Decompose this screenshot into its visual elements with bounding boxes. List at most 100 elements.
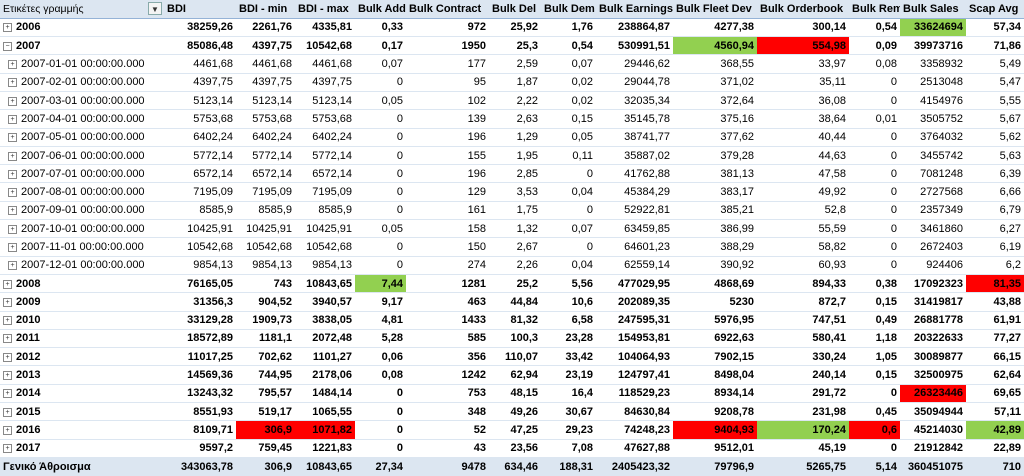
value-cell[interactable]: 7195,09 bbox=[236, 182, 295, 202]
value-cell[interactable]: 21912842 bbox=[900, 439, 966, 458]
value-cell[interactable]: 23,19 bbox=[541, 365, 596, 385]
col-header-bulk-rem[interactable]: Bulk Rem bbox=[849, 0, 900, 19]
value-cell[interactable]: 0 bbox=[849, 91, 900, 111]
value-cell[interactable]: 0 bbox=[355, 128, 406, 147]
value-cell[interactable]: 291,72 bbox=[757, 384, 849, 404]
value-cell[interactable]: 5230 bbox=[673, 292, 757, 312]
expand-icon[interactable]: + bbox=[3, 297, 12, 307]
value-cell[interactable]: 6572,14 bbox=[236, 164, 295, 184]
value-cell[interactable]: 0 bbox=[355, 164, 406, 184]
value-cell[interactable]: 924406 bbox=[900, 256, 966, 275]
value-cell[interactable]: 1281 bbox=[406, 274, 489, 294]
value-cell[interactable]: 2513048 bbox=[900, 73, 966, 92]
value-cell[interactable]: 77,27 bbox=[966, 329, 1024, 349]
col-header-bulk-sales[interactable]: Bulk Sales bbox=[900, 0, 966, 19]
value-cell[interactable]: 1,18 bbox=[849, 329, 900, 349]
value-cell[interactable]: 1181,1 bbox=[236, 329, 295, 349]
value-cell[interactable]: 26881778 bbox=[900, 311, 966, 330]
value-cell[interactable]: 10542,68 bbox=[295, 36, 355, 56]
value-cell[interactable]: 1,05 bbox=[849, 347, 900, 367]
value-cell[interactable]: 8498,04 bbox=[673, 365, 757, 385]
value-cell[interactable]: 519,17 bbox=[236, 402, 295, 422]
value-cell[interactable]: 4560,94 bbox=[673, 36, 757, 56]
value-cell[interactable]: 8585,9 bbox=[295, 201, 355, 221]
value-cell[interactable]: 33129,28 bbox=[164, 311, 236, 330]
value-cell[interactable]: 5,67 bbox=[966, 109, 1024, 129]
expand-icon[interactable]: + bbox=[8, 114, 17, 124]
col-header-bulk-contract[interactable]: Bulk Contract bbox=[406, 0, 489, 19]
expand-icon[interactable]: + bbox=[3, 444, 12, 454]
value-cell[interactable]: 0 bbox=[849, 237, 900, 257]
value-cell[interactable]: 52922,81 bbox=[596, 201, 673, 221]
value-cell[interactable]: 18572,89 bbox=[164, 329, 236, 349]
expand-icon[interactable]: + bbox=[8, 60, 17, 70]
value-cell[interactable]: 22,89 bbox=[966, 439, 1024, 458]
filter-dropdown-icon[interactable]: ▼ bbox=[148, 2, 162, 15]
value-cell[interactable]: 348 bbox=[406, 402, 489, 422]
value-cell[interactable]: 795,57 bbox=[236, 384, 295, 404]
value-cell[interactable]: 33,97 bbox=[757, 54, 849, 74]
value-cell[interactable]: 554,98 bbox=[757, 36, 849, 56]
expand-icon[interactable]: + bbox=[3, 352, 12, 362]
grand-total-cell[interactable]: 10843,65 bbox=[295, 456, 355, 476]
expand-icon[interactable]: + bbox=[3, 371, 12, 381]
value-cell[interactable]: 42,89 bbox=[966, 420, 1024, 440]
value-cell[interactable]: 0,54 bbox=[849, 18, 900, 38]
value-cell[interactable]: 2,63 bbox=[489, 109, 541, 129]
value-cell[interactable]: 744,95 bbox=[236, 365, 295, 385]
value-cell[interactable]: 69,65 bbox=[966, 384, 1024, 404]
grand-total-cell[interactable]: 27,34 bbox=[355, 456, 406, 476]
value-cell[interactable]: 58,82 bbox=[757, 237, 849, 257]
value-cell[interactable]: 38,64 bbox=[757, 109, 849, 129]
value-cell[interactable]: 2072,48 bbox=[295, 329, 355, 349]
value-cell[interactable]: 55,59 bbox=[757, 219, 849, 239]
value-cell[interactable]: 85086,48 bbox=[164, 36, 236, 56]
value-cell[interactable]: 20322633 bbox=[900, 329, 966, 349]
value-cell[interactable]: 5753,68 bbox=[164, 109, 236, 129]
value-cell[interactable]: 9512,01 bbox=[673, 439, 757, 458]
value-cell[interactable]: 110,07 bbox=[489, 347, 541, 367]
value-cell[interactable]: 170,24 bbox=[757, 420, 849, 440]
value-cell[interactable]: 47627,88 bbox=[596, 439, 673, 458]
row-label[interactable]: +2007-02-01 00:00:00.000 bbox=[0, 73, 164, 92]
value-cell[interactable]: 0,01 bbox=[849, 109, 900, 129]
value-cell[interactable]: 0 bbox=[849, 439, 900, 458]
value-cell[interactable]: 81,32 bbox=[489, 311, 541, 330]
value-cell[interactable]: 6572,14 bbox=[164, 164, 236, 184]
value-cell[interactable]: 5,55 bbox=[966, 91, 1024, 111]
value-cell[interactable]: 388,29 bbox=[673, 237, 757, 257]
value-cell[interactable]: 0,38 bbox=[849, 274, 900, 294]
value-cell[interactable]: 129 bbox=[406, 182, 489, 202]
value-cell[interactable]: 5123,14 bbox=[164, 91, 236, 111]
value-cell[interactable]: 47,58 bbox=[757, 164, 849, 184]
value-cell[interactable]: 9854,13 bbox=[164, 256, 236, 275]
col-header-bulk-del[interactable]: Bulk Del bbox=[489, 0, 541, 19]
value-cell[interactable]: 124797,41 bbox=[596, 365, 673, 385]
value-cell[interactable]: 0 bbox=[355, 237, 406, 257]
value-cell[interactable]: 5,62 bbox=[966, 128, 1024, 147]
value-cell[interactable]: 35887,02 bbox=[596, 146, 673, 166]
value-cell[interactable]: 177 bbox=[406, 54, 489, 74]
value-cell[interactable]: 4,81 bbox=[355, 311, 406, 330]
row-label[interactable]: +2007-04-01 00:00:00.000 bbox=[0, 109, 164, 129]
value-cell[interactable]: 1,76 bbox=[541, 18, 596, 38]
value-cell[interactable]: 44,63 bbox=[757, 146, 849, 166]
value-cell[interactable]: 7195,09 bbox=[164, 182, 236, 202]
value-cell[interactable]: 71,86 bbox=[966, 36, 1024, 56]
value-cell[interactable]: 196 bbox=[406, 128, 489, 147]
value-cell[interactable]: 7081248 bbox=[900, 164, 966, 184]
value-cell[interactable]: 306,9 bbox=[236, 420, 295, 440]
value-cell[interactable]: 10542,68 bbox=[164, 237, 236, 257]
expand-icon[interactable]: + bbox=[8, 206, 17, 216]
value-cell[interactable]: 1909,73 bbox=[236, 311, 295, 330]
value-cell[interactable]: 66,15 bbox=[966, 347, 1024, 367]
value-cell[interactable]: 202089,35 bbox=[596, 292, 673, 312]
value-cell[interactable]: 0,54 bbox=[541, 36, 596, 56]
value-cell[interactable]: 0 bbox=[355, 420, 406, 440]
value-cell[interactable]: 381,13 bbox=[673, 164, 757, 184]
value-cell[interactable]: 118529,23 bbox=[596, 384, 673, 404]
value-cell[interactable]: 25,92 bbox=[489, 18, 541, 38]
value-cell[interactable]: 0 bbox=[849, 128, 900, 147]
value-cell[interactable]: 41762,88 bbox=[596, 164, 673, 184]
grand-total-cell[interactable]: 343063,78 bbox=[164, 456, 236, 476]
